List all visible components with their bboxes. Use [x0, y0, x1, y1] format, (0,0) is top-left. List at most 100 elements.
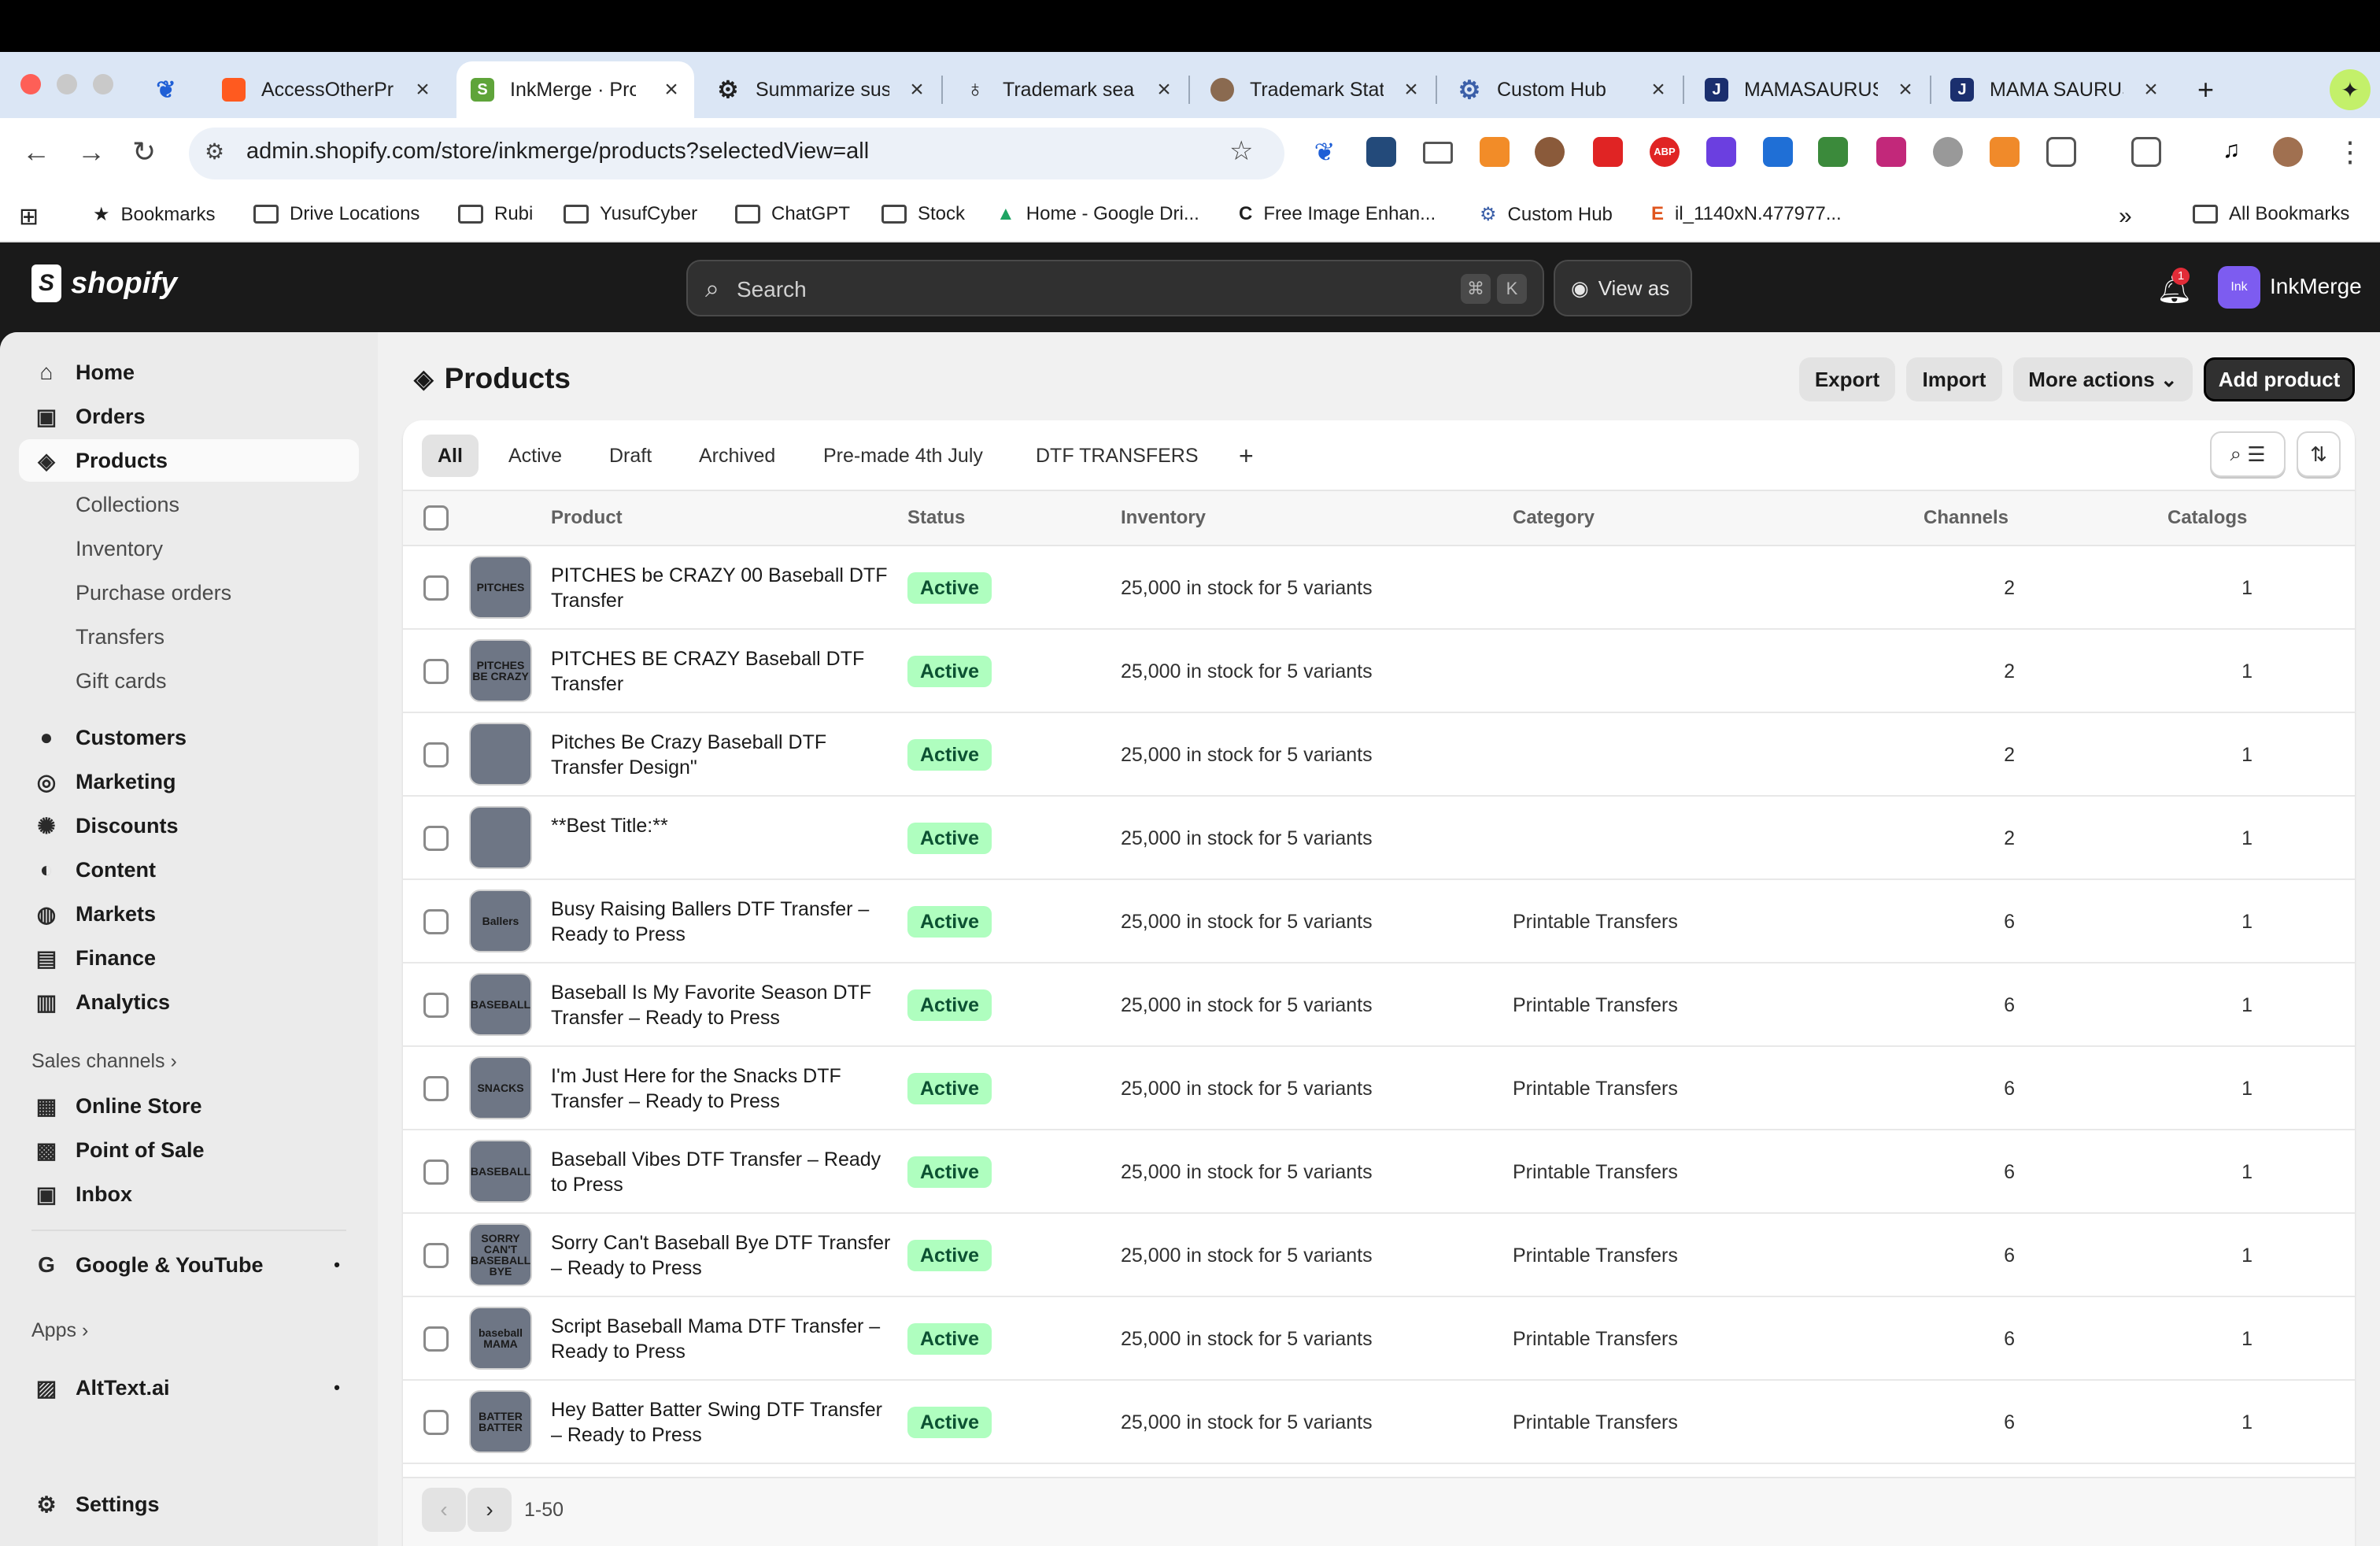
- extension-icon[interactable]: [1480, 137, 1510, 167]
- bookmark-folder[interactable]: All Bookmarks: [2193, 203, 2349, 225]
- extension-icon[interactable]: [1933, 137, 1963, 167]
- product-thumbnail[interactable]: PITCHES: [469, 556, 532, 619]
- bookmark-folder[interactable]: Stock: [881, 203, 965, 225]
- column-channels[interactable]: Channels: [1924, 507, 2009, 529]
- sales-channels-header[interactable]: Sales channels ›: [31, 1050, 177, 1073]
- close-window-button[interactable]: [20, 74, 41, 94]
- row-checkbox[interactable]: [423, 1160, 449, 1185]
- sidebar-item-google-youtube[interactable]: G Google & YouTube •: [19, 1244, 359, 1286]
- sidebar-item-finance[interactable]: ▤ Finance: [19, 937, 359, 979]
- browser-tab-8[interactable]: J MAMA SAURUS ×: [1950, 61, 2163, 118]
- close-tab-icon[interactable]: ×: [905, 76, 929, 103]
- back-icon[interactable]: ←: [22, 135, 50, 168]
- tab-active[interactable]: Active: [493, 435, 578, 477]
- sidebar-item-analytics[interactable]: ▥ Analytics: [19, 981, 359, 1023]
- product-thumbnail[interactable]: [469, 806, 532, 869]
- bookmark-folder[interactable]: Rubi: [458, 203, 533, 225]
- sidebar-item-discounts[interactable]: ✺ Discounts: [19, 804, 359, 847]
- extension-icon[interactable]: ❦: [1310, 137, 1340, 167]
- column-inventory[interactable]: Inventory: [1121, 507, 1206, 529]
- sidebar-item-home[interactable]: ⌂ Home: [19, 351, 359, 394]
- pinned-tab[interactable]: ❦: [154, 61, 194, 118]
- product-name-link[interactable]: Hey Batter Batter Swing DTF Transfer – R…: [551, 1397, 897, 1448]
- column-catalogs[interactable]: Catalogs: [2168, 507, 2247, 529]
- adblock-icon[interactable]: ABP: [1650, 137, 1680, 167]
- sidebar-item-marketing[interactable]: ◎ Marketing: [19, 760, 359, 803]
- tab-dtf-transfers[interactable]: DTF TRANSFERS: [1020, 435, 1214, 477]
- sort-button[interactable]: ⇅: [2297, 431, 2341, 477]
- previous-page-button[interactable]: ‹: [422, 1488, 466, 1532]
- site-settings-icon[interactable]: ⚙: [205, 139, 224, 165]
- extension-icon[interactable]: [1593, 137, 1623, 167]
- product-thumbnail[interactable]: SORRY CAN'T BASEBALL BYE: [469, 1223, 532, 1286]
- assistant-button[interactable]: ✦: [2330, 69, 2371, 110]
- sidebar-item-inbox[interactable]: ▣ Inbox: [19, 1173, 359, 1215]
- browser-tab-1[interactable]: AccessOtherPr ×: [222, 61, 434, 118]
- export-button[interactable]: Export: [1799, 357, 1895, 401]
- row-checkbox[interactable]: [423, 1243, 449, 1268]
- product-name-link[interactable]: PITCHES be CRAZY 00 Baseball DTF Transfe…: [551, 563, 897, 613]
- view-as-button[interactable]: ◉ View as: [1554, 260, 1692, 316]
- product-name-link[interactable]: I'm Just Here for the Snacks DTF Transfe…: [551, 1063, 897, 1114]
- tab-archived[interactable]: Archived: [683, 435, 791, 477]
- add-view-button[interactable]: +: [1223, 435, 1269, 477]
- tab-search-icon[interactable]: [2131, 137, 2161, 167]
- product-thumbnail[interactable]: [469, 723, 532, 786]
- import-button[interactable]: Import: [1906, 357, 2002, 401]
- bookmark-star-icon[interactable]: ☆: [1229, 135, 1253, 167]
- url-text[interactable]: admin.shopify.com/store/inkmerge/product…: [246, 139, 869, 165]
- product-thumbnail[interactable]: BATTER BATTER: [469, 1390, 532, 1453]
- column-status[interactable]: Status: [907, 507, 965, 529]
- browser-tab-2[interactable]: S InkMerge · Prod ×: [456, 61, 694, 118]
- product-name-link[interactable]: Script Baseball Mama DTF Transfer – Read…: [551, 1314, 897, 1364]
- row-checkbox[interactable]: [423, 1410, 449, 1435]
- tab-all[interactable]: All: [422, 435, 479, 477]
- extension-icon[interactable]: [1990, 137, 2020, 167]
- select-all-checkbox[interactable]: [423, 505, 449, 531]
- sidebar-item-collections[interactable]: Collections: [19, 483, 359, 526]
- product-name-link[interactable]: Pitches Be Crazy Baseball DTF Transfer D…: [551, 730, 897, 780]
- apps-header[interactable]: Apps ›: [31, 1319, 88, 1342]
- mail-icon[interactable]: [1423, 142, 1453, 164]
- product-name-link[interactable]: **Best Title:**: [551, 813, 897, 838]
- shopify-logo[interactable]: S shopify: [31, 264, 177, 302]
- product-name-link[interactable]: Busy Raising Ballers DTF Transfer – Read…: [551, 897, 897, 947]
- sidebar-item-orders[interactable]: ▣ Orders: [19, 395, 359, 438]
- bookmark-item[interactable]: Eil_1140xN.477977...: [1651, 203, 1842, 225]
- more-bookmarks-icon[interactable]: »: [2119, 203, 2132, 230]
- search-input[interactable]: ⌕ Search ⌘ K: [686, 260, 1544, 316]
- row-checkbox[interactable]: [423, 659, 449, 684]
- extension-icon[interactable]: [1366, 137, 1396, 167]
- column-category[interactable]: Category: [1513, 507, 1595, 529]
- store-name[interactable]: InkMerge: [2270, 274, 2362, 299]
- next-page-button[interactable]: ›: [468, 1488, 512, 1532]
- sidebar-item-gift-cards[interactable]: Gift cards: [19, 660, 359, 702]
- close-tab-icon[interactable]: ×: [1399, 76, 1423, 103]
- row-checkbox[interactable]: [423, 1326, 449, 1352]
- bookmark-folder[interactable]: YusufCyber: [564, 203, 697, 225]
- sidebar-item-customers[interactable]: ● Customers: [19, 716, 359, 759]
- row-checkbox[interactable]: [423, 993, 449, 1018]
- tab-draft[interactable]: Draft: [593, 435, 667, 477]
- search-filter-button[interactable]: ⌕ ☰: [2210, 431, 2286, 477]
- close-tab-icon[interactable]: ×: [1646, 76, 1670, 103]
- browser-tab-4[interactable]: ♁ Trademark sea ×: [963, 61, 1176, 118]
- product-name-link[interactable]: Sorry Can't Baseball Bye DTF Transfer – …: [551, 1230, 897, 1281]
- product-thumbnail[interactable]: PITCHES BE CRAZY: [469, 639, 532, 702]
- media-icon[interactable]: ♫: [2216, 137, 2246, 167]
- product-name-link[interactable]: Baseball Vibes DTF Transfer – Ready to P…: [551, 1147, 897, 1197]
- new-tab-button[interactable]: +: [2197, 61, 2229, 118]
- maximize-window-button[interactable]: [93, 74, 113, 94]
- extension-icon[interactable]: [1876, 137, 1906, 167]
- bookmark-folder[interactable]: Drive Locations: [253, 203, 419, 225]
- more-actions-button[interactable]: More actions ⌄: [2013, 357, 2193, 401]
- sidebar-item-settings[interactable]: ⚙ Settings: [19, 1483, 359, 1526]
- browser-tab-5[interactable]: Trademark Stat ×: [1210, 61, 1423, 118]
- sidebar-item-products[interactable]: ◈ Products: [19, 439, 359, 482]
- row-checkbox[interactable]: [423, 909, 449, 934]
- product-name-link[interactable]: Baseball Is My Favorite Season DTF Trans…: [551, 980, 897, 1030]
- sidebar-item-transfers[interactable]: Transfers: [19, 616, 359, 658]
- sidebar-item-alttext[interactable]: ▨ AltText.ai •: [19, 1367, 359, 1409]
- puzzle-icon[interactable]: [2046, 137, 2076, 167]
- product-name-link[interactable]: PITCHES BE CRAZY Baseball DTF Transfer: [551, 646, 897, 697]
